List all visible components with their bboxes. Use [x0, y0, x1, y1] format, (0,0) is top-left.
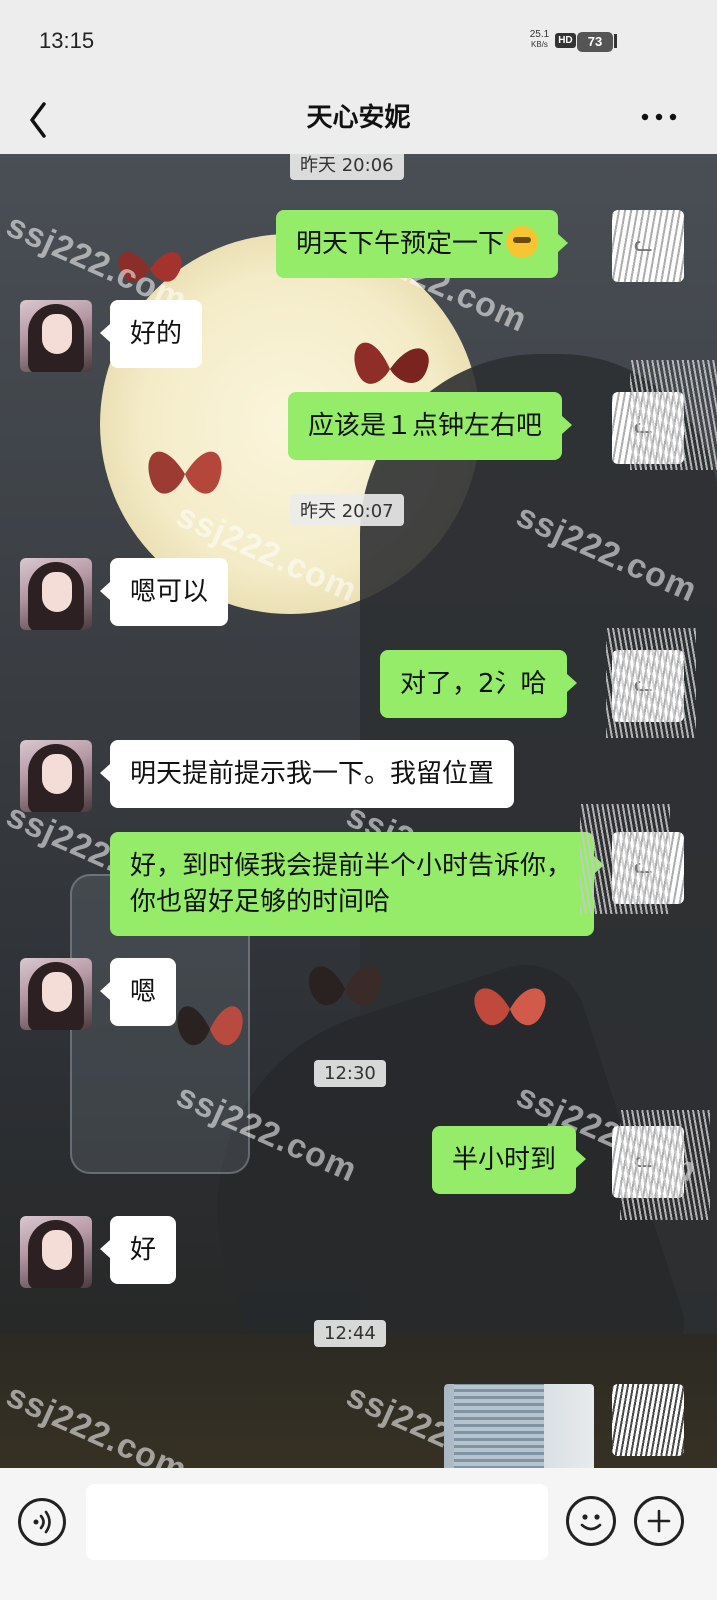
scribble-overlay — [620, 1110, 710, 1220]
message-timestamp: 12:30 — [314, 1060, 386, 1087]
outgoing-message[interactable]: 对了，2氵哈 — [380, 650, 577, 718]
message-text: 嗯可以 — [130, 577, 209, 607]
scribble-overlay — [606, 628, 696, 738]
plus-icon — [647, 1509, 671, 1533]
message-timestamp: 昨天 20:07 — [290, 494, 404, 526]
message-text: 明天提前提示我一下。我留位置 — [130, 759, 495, 789]
incoming-message[interactable]: 好 — [99, 1216, 177, 1284]
emoji-button[interactable] — [566, 1496, 616, 1546]
scribble-overlay — [630, 360, 717, 470]
network-speed-unit: KB/s — [531, 40, 548, 49]
message-text: 好的 — [130, 319, 183, 349]
voice-input-button[interactable] — [18, 1498, 66, 1546]
status-time: 13:15 — [39, 28, 95, 53]
message-text: 明天下午预定一下 — [296, 229, 505, 259]
more-actions-button[interactable] — [634, 1496, 684, 1546]
more-button[interactable] — [637, 102, 681, 132]
contact-avatar[interactable] — [20, 300, 92, 372]
outgoing-message[interactable]: 半小时到 — [432, 1126, 587, 1194]
outgoing-message[interactable]: 明天下午预定一下 — [276, 210, 569, 278]
my-avatar[interactable] — [612, 1384, 684, 1456]
contact-avatar[interactable] — [20, 1216, 92, 1288]
contact-avatar[interactable] — [20, 740, 92, 812]
message-timestamp: 昨天 20:06 — [290, 154, 404, 180]
status-bar: 13:15 25.1 KB/s HD 5G 73 — [0, 0, 717, 82]
contact-avatar[interactable] — [20, 558, 92, 630]
network-speed-value: 25.1 — [529, 29, 550, 40]
input-bar — [0, 1468, 717, 1600]
incoming-message[interactable]: 明天提前提示我一下。我留位置 — [99, 740, 515, 808]
message-text: 嗯 — [130, 977, 157, 1007]
message-text: 对了，2氵哈 — [400, 669, 547, 699]
incoming-message[interactable]: 嗯 — [99, 958, 177, 1026]
incoming-message[interactable]: 好的 — [99, 300, 203, 368]
chat-title: 天心安妮 — [306, 103, 411, 133]
message-input[interactable] — [86, 1484, 548, 1560]
voice-icon — [33, 1510, 51, 1534]
chat-message-list[interactable]: ssj222.com ssj222.com ssj222.com ssj222.… — [0, 154, 717, 1500]
outgoing-message[interactable]: 应该是１点钟左右吧 — [288, 392, 573, 460]
scribble-overlay — [580, 804, 670, 914]
message-text: 应该是１点钟左右吧 — [308, 411, 543, 441]
outgoing-message[interactable]: 好，到时候我会提前半个小时告诉你，你也留好足够的时间哈 — [110, 832, 604, 936]
my-avatar[interactable]: ᓚ — [612, 210, 684, 282]
butterfly-icon — [308, 966, 382, 1006]
message-text: 好，到时候我会提前半个小时告诉你，你也留好足够的时间哈 — [130, 851, 573, 917]
incoming-message[interactable]: 嗯可以 — [99, 558, 229, 626]
message-text: 好 — [130, 1235, 157, 1265]
more-dots-icon — [641, 113, 677, 121]
chat-header: 天心安妮 — [0, 82, 717, 154]
message-text: 半小时到 — [452, 1145, 557, 1175]
battery-icon: 73 — [577, 32, 613, 52]
network-speed: 25.1 KB/s — [530, 30, 549, 50]
smiley-icon — [580, 1514, 602, 1531]
butterfly-icon — [474, 988, 546, 1026]
face-with-hand-over-mouth-icon — [506, 226, 539, 258]
message-timestamp: 12:44 — [314, 1320, 386, 1347]
hd-badge: HD — [555, 32, 576, 48]
butterfly-icon — [177, 1006, 243, 1046]
contact-avatar[interactable] — [20, 958, 92, 1030]
cat-doodle-icon: ᓚ — [634, 232, 653, 257]
